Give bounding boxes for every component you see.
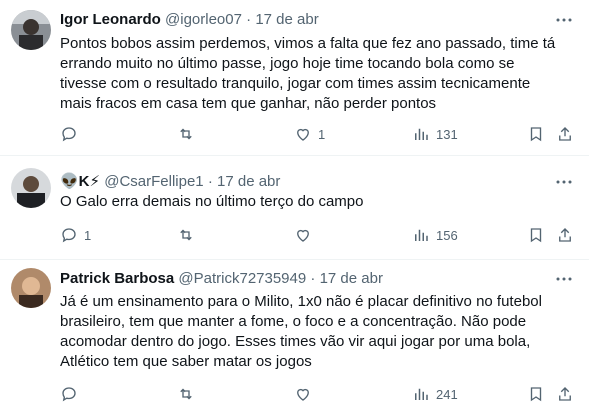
tweet-header: Patrick Barbosa @Patrick72735949 · 17 de… — [60, 269, 383, 289]
tweet-date[interactable]: 17 de abr — [255, 11, 318, 28]
reply-button[interactable] — [60, 124, 84, 144]
tweet-header: Igor Leonardo @igorleo07 · 17 de abr — [60, 10, 319, 30]
action-bar: 241 — [56, 384, 581, 404]
share-button[interactable] — [556, 225, 574, 245]
retweet-button[interactable] — [177, 124, 201, 144]
retweet-icon — [177, 125, 195, 143]
reply-icon — [60, 226, 78, 244]
bookmark-icon — [527, 385, 545, 403]
action-bar: 1 156 — [56, 225, 581, 245]
avatar[interactable] — [11, 168, 51, 208]
views-count: 131 — [436, 126, 458, 142]
views-button[interactable]: 156 — [412, 225, 458, 245]
more-icon[interactable] — [555, 270, 573, 288]
bookmark-button[interactable] — [527, 124, 545, 144]
bookmark-button[interactable] — [527, 384, 545, 404]
tweet-text: Já é um ensinamento para o Milito, 1x0 n… — [60, 293, 542, 370]
like-icon — [294, 125, 312, 143]
share-button[interactable] — [556, 124, 574, 144]
like-icon — [294, 226, 312, 244]
tweet[interactable]: Patrick Barbosa @Patrick72735949 · 17 de… — [0, 261, 589, 418]
share-icon — [556, 385, 574, 403]
retweet-button[interactable] — [177, 225, 201, 245]
like-icon — [294, 385, 312, 403]
bookmark-button[interactable] — [527, 225, 545, 245]
tweet-date[interactable]: 17 de abr — [320, 270, 383, 287]
like-button[interactable] — [294, 225, 318, 245]
author-handle[interactable]: @Patrick72735949 — [178, 270, 306, 287]
tweet-date[interactable]: 17 de abr — [217, 173, 280, 190]
reply-button[interactable]: 1 — [60, 225, 91, 245]
separator: · — [310, 270, 316, 287]
tweet-text: O Galo erra demais no último terço do ca… — [60, 193, 364, 210]
separator: · — [246, 11, 252, 28]
retweet-icon — [177, 385, 195, 403]
action-bar: 1 131 — [56, 124, 581, 144]
author-name[interactable]: Patrick Barbosa — [60, 270, 174, 287]
author-handle[interactable]: @igorleo07 — [165, 11, 242, 28]
author-name[interactable]: Igor Leonardo — [60, 11, 161, 28]
retweet-icon — [177, 226, 195, 244]
retweet-button[interactable] — [177, 384, 201, 404]
author-name[interactable]: 👽K⚡ — [60, 173, 100, 190]
reply-icon — [60, 125, 78, 143]
separator: · — [207, 173, 213, 190]
tweet[interactable]: Igor Leonardo @igorleo07 · 17 de abr Pon… — [0, 0, 589, 156]
views-icon — [412, 226, 430, 244]
like-button[interactable]: 1 — [294, 124, 325, 144]
views-icon — [412, 385, 430, 403]
more-icon[interactable] — [555, 173, 573, 191]
views-icon — [412, 125, 430, 143]
reply-icon — [60, 385, 78, 403]
tweet-header: 👽K⚡ @CsarFellipe1 · 17 de abr — [60, 172, 280, 192]
like-count: 1 — [318, 126, 326, 142]
views-button[interactable]: 131 — [412, 124, 458, 144]
views-button[interactable]: 241 — [412, 384, 458, 404]
author-handle[interactable]: @CsarFellipe1 — [104, 173, 203, 190]
more-icon[interactable] — [555, 11, 573, 29]
share-button[interactable] — [556, 384, 574, 404]
views-count: 241 — [436, 386, 458, 402]
avatar[interactable] — [11, 268, 51, 308]
tweet-text: Pontos bobos assim perdemos, vimos a fal… — [60, 35, 556, 112]
bookmark-icon — [527, 226, 545, 244]
avatar[interactable] — [11, 10, 51, 50]
reply-button[interactable] — [60, 384, 84, 404]
tweet[interactable]: 👽K⚡ @CsarFellipe1 · 17 de abr O Galo err… — [0, 157, 589, 260]
bookmark-icon — [527, 125, 545, 143]
views-count: 156 — [436, 227, 458, 243]
reply-count: 1 — [84, 227, 92, 243]
like-button[interactable] — [294, 384, 318, 404]
share-icon — [556, 226, 574, 244]
share-icon — [556, 125, 574, 143]
